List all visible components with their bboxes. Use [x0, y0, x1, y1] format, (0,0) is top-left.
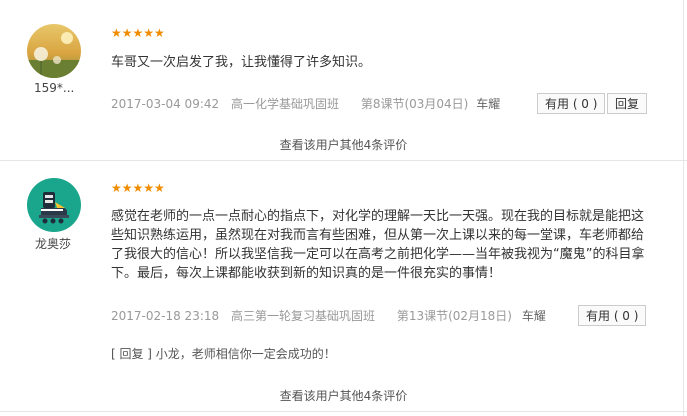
review-date: 2017-02-18 23:18: [111, 309, 220, 323]
teacher-name[interactable]: 车耀: [476, 95, 500, 112]
review-meta: 2017-03-04 09:42 高一化学基础巩固班 第8课节(03月04日) …: [111, 95, 500, 112]
review-date: 2017-03-04 09:42: [111, 97, 220, 111]
review-text: 车哥又一次启发了我，让我懂得了许多知识。: [111, 55, 372, 70]
avatar[interactable]: [27, 24, 81, 78]
course-name[interactable]: 高一化学基础巩固班: [231, 95, 339, 112]
username[interactable]: 龙奥莎: [35, 235, 71, 252]
review-text: 感觉在老师的一点一点耐心的指点下，对化学的理解一天比一天强。现在我的目标就是能把…: [111, 209, 645, 281]
divider: [0, 411, 687, 412]
useful-button[interactable]: 有用 ( 0 ): [537, 93, 606, 114]
rating-stars: ★★★★★: [111, 26, 165, 40]
reviews-list: 159*... ★★★★★ 车哥又一次启发了我，让我懂得了许多知识。 2017-…: [0, 0, 687, 416]
more-reviews-link[interactable]: 查看该用户其他4条评价: [0, 136, 687, 153]
course-name[interactable]: 高三第一轮复习基础巩固班: [231, 307, 375, 324]
rating-stars: ★★★★★: [111, 181, 165, 195]
review-meta: 2017-02-18 23:18 高三第一轮复习基础巩固班 第13课节(02月1…: [111, 307, 546, 324]
username[interactable]: 159*...: [34, 81, 74, 95]
more-reviews-link[interactable]: 查看该用户其他4条评价: [0, 387, 687, 404]
avatar[interactable]: [27, 178, 81, 232]
teacher-name[interactable]: 车耀: [522, 307, 546, 324]
reply-button[interactable]: 回复: [607, 93, 648, 114]
teacher-reply: [ 回复 ] 小龙，老师相信你一定会成功的！: [111, 347, 336, 361]
useful-button[interactable]: 有用 ( 0 ): [578, 305, 647, 326]
divider: [0, 160, 687, 161]
lesson-info: 第8课节(03月04日): [360, 97, 469, 111]
lesson-info: 第13课节(02月18日): [396, 309, 512, 323]
panel-border: [683, 0, 684, 416]
